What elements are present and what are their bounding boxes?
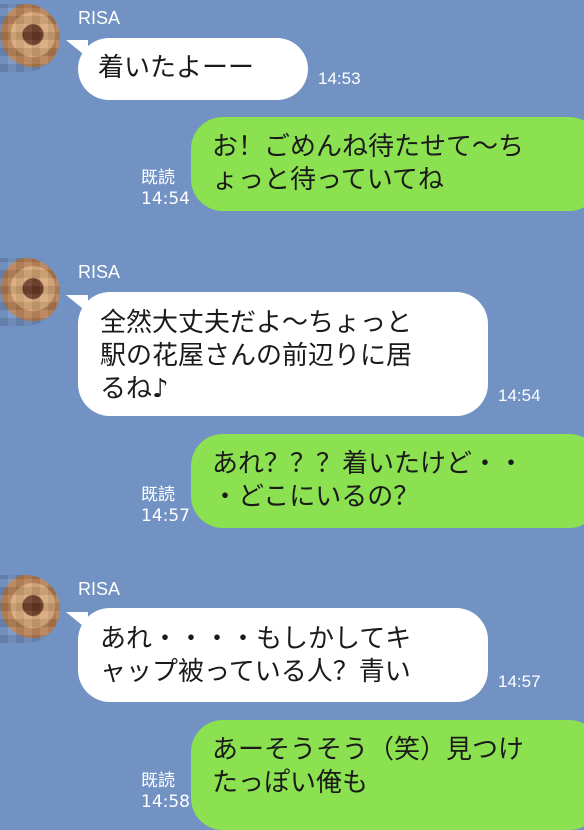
message-time: 14:58 bbox=[141, 792, 190, 812]
avatar[interactable] bbox=[0, 575, 60, 643]
read-receipt: 既読 bbox=[141, 168, 175, 188]
message-time: 14:54 bbox=[498, 386, 541, 405]
message-time: 14:57 bbox=[141, 506, 190, 526]
message-time: 14:53 bbox=[318, 69, 361, 88]
sender-name: RISA bbox=[78, 262, 121, 282]
sender-name: RISA bbox=[78, 8, 121, 28]
avatar[interactable] bbox=[0, 4, 60, 72]
message-time: 14:54 bbox=[141, 189, 190, 209]
message-text: 全然大丈夫だよ〜ちょっと 駅の花屋さんの前辺りに居 るね♪ bbox=[100, 308, 413, 404]
message-text: あれ？？？着いたけど・・ ・どこにいるの？ bbox=[212, 449, 525, 512]
message-status: 既読 14:58 bbox=[141, 771, 190, 813]
sender-name: RISA bbox=[78, 579, 121, 599]
message-time: 14:57 bbox=[498, 672, 541, 691]
message-text: あーそうそう（笑）見つけ たっぽい俺も bbox=[212, 735, 525, 798]
avatar[interactable] bbox=[0, 258, 60, 326]
message-text: お！ごめんね待たせて〜ち ょっと待っていてね bbox=[212, 132, 525, 195]
read-receipt: 既読 bbox=[141, 485, 175, 505]
message-status: 既読 14:57 bbox=[141, 485, 190, 527]
message-bubble-outgoing[interactable]: あれ？？？着いたけど・・ ・どこにいるの？ bbox=[191, 434, 584, 528]
message-text: 着いたよーー bbox=[98, 53, 255, 83]
message-text: あれ・・・・もしかしてキ ャップ被っている人？青い bbox=[100, 624, 412, 687]
read-receipt: 既読 bbox=[141, 771, 175, 791]
chat-view: RISA 着いたよーー 14:53 既読 14:54 お！ごめんね待たせて〜ち … bbox=[0, 0, 584, 830]
message-bubble-incoming[interactable]: あれ・・・・もしかしてキ ャップ被っている人？青い bbox=[78, 608, 488, 702]
message-bubble-incoming[interactable]: 全然大丈夫だよ〜ちょっと 駅の花屋さんの前辺りに居 るね♪ bbox=[78, 292, 488, 416]
message-status: 既読 14:54 bbox=[141, 168, 190, 210]
message-bubble-outgoing[interactable]: あーそうそう（笑）見つけ たっぽい俺も bbox=[191, 720, 584, 830]
message-bubble-outgoing[interactable]: お！ごめんね待たせて〜ち ょっと待っていてね bbox=[191, 117, 584, 211]
message-bubble-incoming[interactable]: 着いたよーー bbox=[78, 38, 308, 100]
